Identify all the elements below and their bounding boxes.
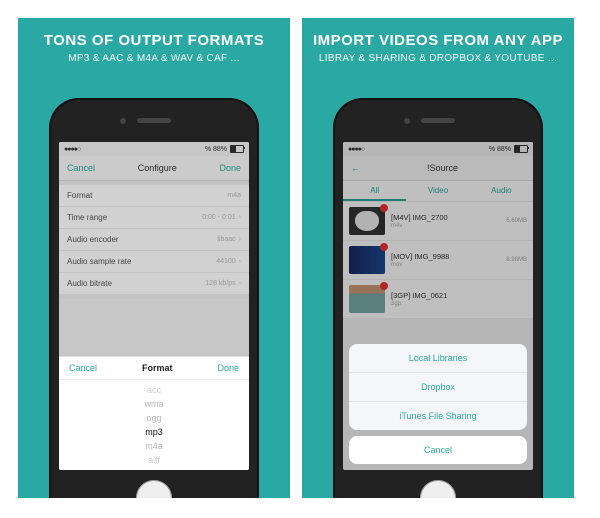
phone-mock-right: ●●●●○ % 88% ← !Source All Video Audio (333, 98, 543, 498)
picker-done[interactable]: Done (217, 363, 239, 373)
card-title: TONS OF OUTPUT FORMATS (22, 32, 286, 49)
sheet-option-dropbox[interactable]: Dropbox (349, 373, 527, 402)
picker-option[interactable]: aiff (148, 453, 160, 467)
picker-option[interactable]: m4a (145, 439, 163, 453)
home-button[interactable] (420, 480, 456, 498)
promo-card-formats: TONS OF OUTPUT FORMATS MP3 & AAC & M4A &… (18, 18, 290, 498)
sheet-option-itunes[interactable]: iTunes File Sharing (349, 402, 527, 430)
picker-option[interactable]: wma (144, 397, 163, 411)
promo-card-import: IMPORT VIDEOS FROM ANY APP LIBRAY & SHAR… (302, 18, 574, 498)
phone-mock-left: ●●●●○ % 88% Cancel Configure Done Format… (49, 98, 259, 498)
picker-option[interactable]: acc (147, 383, 161, 397)
picker-title: Format (142, 363, 173, 373)
sheet-cancel[interactable]: Cancel (349, 436, 527, 464)
picker-option-selected[interactable]: mp3 (145, 425, 163, 439)
card-title: IMPORT VIDEOS FROM ANY APP (306, 32, 570, 49)
home-button[interactable] (136, 480, 172, 498)
card-subtitle: LIBRAY & SHARING & DROPBOX & YOUTUBE ... (306, 53, 570, 64)
picker-wheel[interactable]: acc wma ogg mp3 m4a aiff (59, 380, 249, 470)
format-picker-sheet: Cancel Format Done acc wma ogg mp3 m4a a… (59, 356, 249, 470)
card-subtitle: MP3 & AAC & M4A & WAV & CAF ... (22, 53, 286, 64)
sheet-option-local[interactable]: Local Libraries (349, 344, 527, 373)
import-action-sheet: Local Libraries Dropbox iTunes File Shar… (349, 344, 527, 464)
picker-cancel[interactable]: Cancel (69, 363, 97, 373)
picker-option[interactable]: ogg (146, 411, 161, 425)
